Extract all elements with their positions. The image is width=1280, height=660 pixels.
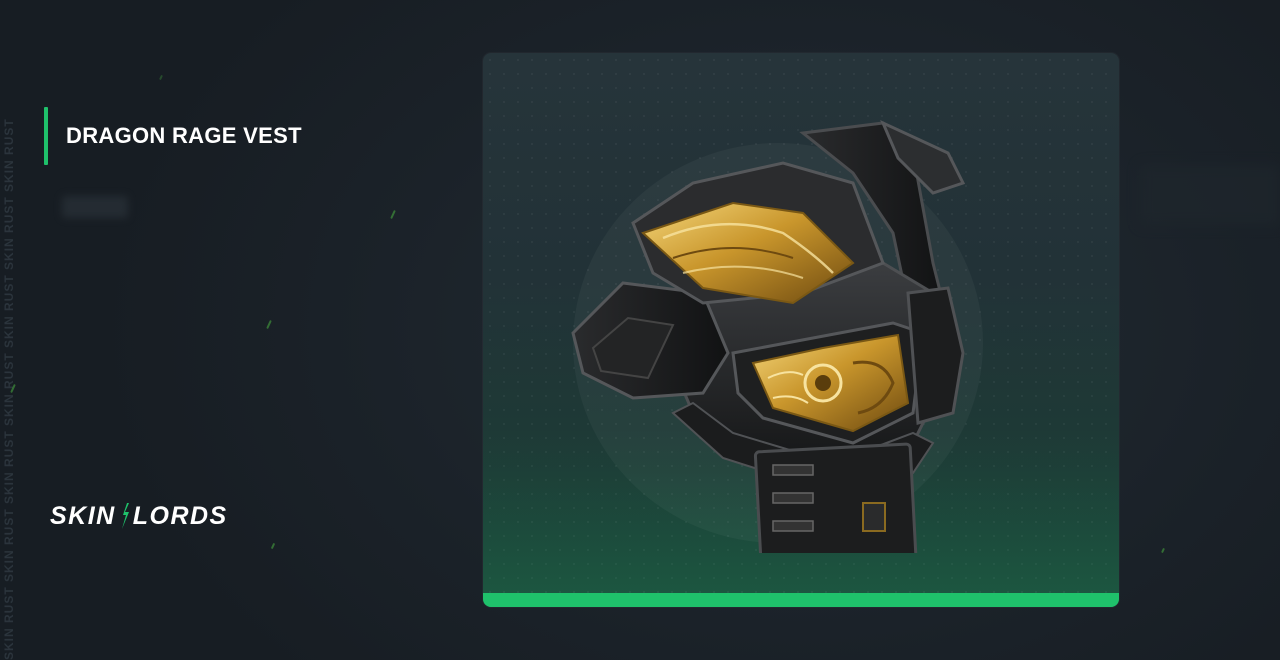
- item-card: [483, 53, 1119, 607]
- background-ghost-panel: [1140, 165, 1280, 225]
- green-speck-6: [159, 74, 163, 81]
- blurred-tag: [62, 196, 128, 218]
- green-speck-2: [266, 319, 272, 330]
- item-title: DRAGON RAGE VEST: [66, 123, 302, 148]
- card-accent-bar: [483, 593, 1119, 607]
- logo-slash-icon: [121, 503, 129, 529]
- green-speck-1: [390, 209, 396, 220]
- title-block: DRAGON RAGE VEST: [44, 107, 302, 165]
- logo-text-left: SKIN: [50, 501, 116, 530]
- side-watermark: SKIN RUST SKIN RUST SKIN RUST SKIN RUST …: [2, 118, 16, 660]
- green-speck-5: [1161, 547, 1165, 554]
- title-accent-bar: [44, 107, 48, 165]
- green-speck-4: [270, 542, 276, 550]
- skinlords-logo: SKIN LORDS: [50, 498, 228, 534]
- logo-text-right: LORDS: [132, 501, 228, 530]
- armored-vest-icon: [571, 120, 983, 553]
- banner: SKIN RUST SKIN RUST SKIN RUST SKIN RUST …: [0, 0, 1280, 660]
